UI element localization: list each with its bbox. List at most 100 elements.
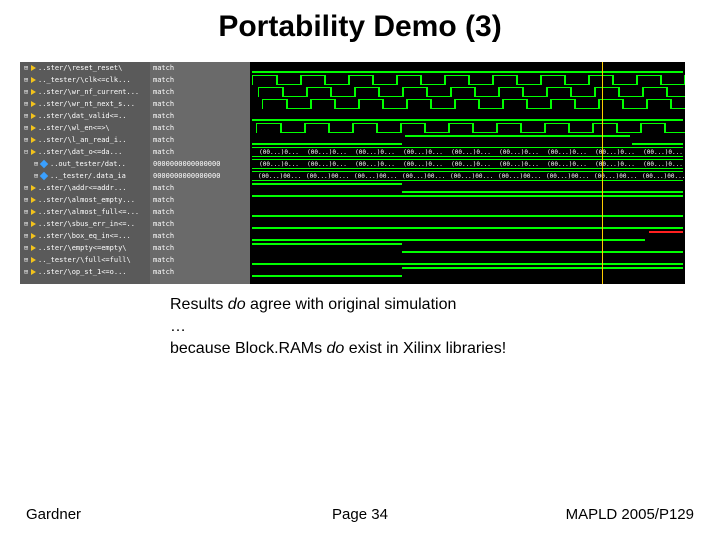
clock-trace: [252, 123, 683, 133]
signal-row: ⊞ ..ster/\sbus_err_in<=..: [20, 218, 150, 230]
value-row: match: [150, 182, 250, 194]
signal-row: ⊞ ..ster/\wr_nt_next_s...: [20, 98, 150, 110]
wave-row: (00...)00...(00...)00...(00...)00...(00.…: [250, 170, 685, 182]
triangle-icon: [31, 77, 36, 83]
wave-row: (00...)0...(00...)0...(00...)0...(00...)…: [250, 146, 685, 158]
diamond-icon: [40, 160, 48, 168]
value-row: match: [150, 266, 250, 278]
tree-expand-icon: ⊞: [22, 98, 30, 110]
signal-row: ⊞ .._tester/\clk<=clk...: [20, 74, 150, 86]
wave-trace: [252, 119, 683, 121]
triangle-icon: [31, 101, 36, 107]
signal-row: ⊞..out_tester/dat..: [20, 158, 150, 170]
tree-expand-icon: ⊞: [22, 218, 30, 230]
triangle-icon: [31, 233, 36, 239]
value-row: match: [150, 62, 250, 74]
triangle-icon: [31, 65, 36, 71]
wave-row: [250, 74, 685, 86]
wave-row: (00...)0...(00...)0...(00...)0...(00...)…: [250, 158, 685, 170]
signal-row: ⊞ ..ster/\reset_reset\: [20, 62, 150, 74]
signal-label: ..ster/\box_eq_in<=...: [38, 232, 131, 240]
signal-label: ..ster/\sbus_err_in<=..: [38, 220, 135, 228]
wave-row: [250, 242, 685, 254]
wave-trace: [649, 231, 683, 233]
triangle-icon: [31, 245, 36, 251]
signal-row: ⊞..ster/\almost_empty...: [20, 194, 150, 206]
wave-trace: [402, 267, 683, 269]
signal-row: ⊞ ..ster/\l_an_read_i..: [20, 134, 150, 146]
signal-label: ..ster/\dat_o<=da...: [38, 148, 122, 156]
signal-row: ⊞..ster/\wl_en<=>\: [20, 122, 150, 134]
tree-expand-icon: ⊞: [22, 74, 30, 86]
signal-label: ..ster/\empty<=empty\: [38, 244, 127, 252]
value-row: match: [150, 194, 250, 206]
wave-trace: [252, 71, 683, 73]
signal-label: ..ster/\almost_full<=...: [38, 208, 139, 216]
signal-row: ⊞ ..ster/\box_eq_in<=...: [20, 230, 150, 242]
signal-label: .._tester/.data_ia: [50, 172, 126, 180]
triangle-icon: [31, 209, 36, 215]
tree-expand-icon: ⊞: [22, 62, 30, 74]
wave-row: [250, 266, 685, 278]
caption-line: …: [170, 316, 630, 338]
signal-row: ⊞ ..ster/\almost_full<=...: [20, 206, 150, 218]
signal-label: ..ster/\wr_nt_next_s...: [38, 100, 135, 108]
tree-expand-icon: ⊞: [22, 182, 30, 194]
tree-expand-icon: ⊞: [22, 206, 30, 218]
value-row: match: [150, 122, 250, 134]
tree-expand-icon: ⊞: [22, 266, 30, 278]
wave-row: [250, 194, 685, 206]
signal-row: ⊞.._tester/.data_ia: [20, 170, 150, 182]
value-row: match: [150, 242, 250, 254]
signal-label: ..ster/\dat_valid<=..: [38, 112, 127, 120]
wave-row: [250, 230, 685, 242]
bus-trace: (00...)0...(00...)0...(00...)0...(00...)…: [252, 147, 683, 157]
waveform-pane: (00...)0...(00...)0...(00...)0...(00...)…: [250, 62, 685, 284]
wave-trace: [252, 227, 683, 229]
triangle-icon: [31, 269, 36, 275]
wave-row: [250, 134, 685, 146]
tree-expand-icon: ⊞: [22, 254, 30, 266]
signal-label: ..out_tester/dat..: [50, 160, 126, 168]
clock-trace: [252, 75, 683, 85]
wave-row: [250, 110, 685, 122]
wave-row: [250, 86, 685, 98]
caption-text: Results: [170, 296, 228, 313]
wave-trace: [405, 135, 630, 137]
wave-trace: [252, 143, 402, 145]
waveform-screenshot: ⊞ ..ster/\reset_reset\ ⊞ .._tester/\clk<=c…: [20, 62, 685, 284]
tree-expand-icon: ⊞: [22, 230, 30, 242]
signal-row: ⊞.._tester/\full<=full\: [20, 254, 150, 266]
wave-row: [250, 98, 685, 110]
wave-row: [250, 218, 685, 230]
triangle-icon: [31, 113, 36, 119]
signal-label: ..ster/\reset_reset\: [38, 64, 122, 72]
wave-row: [250, 182, 685, 194]
wave-trace: [252, 263, 683, 265]
caption-emphasis: do: [228, 296, 246, 313]
signal-row: ⊞..ster/\dat_valid<=..: [20, 110, 150, 122]
wave-trace: [252, 243, 402, 245]
wave-row: [250, 122, 685, 134]
caption-text: because Block.RAMs: [170, 340, 327, 357]
value-row: match: [150, 254, 250, 266]
clock-trace: [252, 87, 683, 97]
value-row: match: [150, 74, 250, 86]
tree-collapse-icon: ⊟: [22, 146, 30, 158]
signal-label: .._tester/\clk<=clk...: [38, 76, 131, 84]
tree-expand-icon: ⊞: [22, 86, 30, 98]
value-row: match: [150, 206, 250, 218]
tree-expand-icon: ⊞: [22, 122, 30, 134]
caption-block: Results do agree with original simulatio…: [170, 294, 630, 360]
bus-trace: (00...)00...(00...)00...(00...)00...(00.…: [252, 171, 683, 181]
slide: Portability Demo (3) ⊞..ster/\reset_rese…: [0, 0, 720, 540]
tree-expand-icon: ⊞: [22, 134, 30, 146]
clock-trace: [252, 99, 683, 109]
triangle-icon: [31, 197, 36, 203]
wave-trace: [402, 191, 683, 193]
value-row: match: [150, 86, 250, 98]
footer: Gardner Page 34 MAPLD 2005/P129: [0, 506, 720, 526]
signal-label: ..ster/\l_an_read_i..: [38, 136, 127, 144]
value-row: match: [150, 146, 250, 158]
caption-emphasis: do: [327, 340, 345, 357]
